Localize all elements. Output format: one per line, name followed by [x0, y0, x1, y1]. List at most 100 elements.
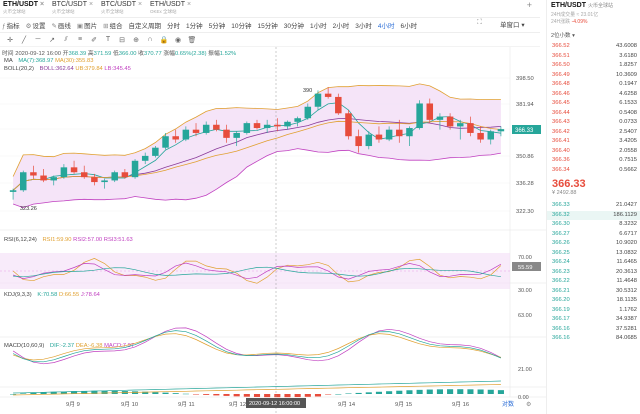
precision-select[interactable]: 2位小数 ▾ [551, 31, 640, 39]
lock-icon[interactable]: 🔒 [157, 36, 171, 44]
bid-row[interactable]: 366.33 21.0427 [547, 201, 640, 211]
ask-row[interactable]: 366.50 1.8257 [547, 61, 640, 71]
order-price: 366.27 [552, 230, 570, 237]
candle-body [436, 116, 444, 120]
ask-list: 366.52 43.6008 366.51 3.6180 366.50 1.8257 366… [547, 42, 640, 175]
candle-body [365, 134, 373, 147]
candle-body [60, 167, 68, 178]
order-price: 366.19 [552, 306, 570, 313]
channel-tool-icon[interactable]: ⫽ [59, 36, 73, 44]
order-price: 366.21 [552, 287, 570, 294]
symbol-tab[interactable]: ETH/USDT × OKEx 全球站 [147, 0, 196, 17]
ask-row[interactable]: 366.43 0.0733 [547, 118, 640, 128]
bid-row[interactable]: 366.21 30.5312 [547, 287, 640, 297]
ask-row[interactable]: 366.42 2.5407 [547, 128, 640, 138]
text-tool-icon[interactable]: T [101, 36, 115, 43]
bid-row[interactable]: 366.23 20.3613 [547, 268, 640, 278]
close-icon[interactable]: × [40, 1, 44, 8]
line-tool-icon[interactable]: ╱ [17, 36, 31, 44]
period-option[interactable]: 1分钟 [186, 20, 203, 30]
combine-button[interactable]: ⊞组合 [103, 20, 122, 30]
ask-row[interactable]: 366.41 3.4205 [547, 137, 640, 147]
crosshair-icon[interactable]: ✛ [3, 36, 17, 44]
period-option[interactable]: 自定义周期 [129, 20, 162, 30]
candle-body [284, 121, 291, 127]
symbol-tab[interactable]: BTC/USDT × 火币全球站 [49, 0, 98, 17]
eye-icon[interactable]: ◉ [171, 36, 185, 44]
ask-row[interactable]: 366.45 6.1533 [547, 99, 640, 109]
trash-icon[interactable]: 🗑 [185, 36, 199, 44]
period-option[interactable]: 5分钟 [209, 20, 226, 30]
period-option[interactable]: 4小时 [378, 20, 395, 30]
bid-row[interactable]: 366.20 18.1135 [547, 296, 640, 306]
draw-line-button[interactable]: ✎画线 [51, 20, 70, 30]
ask-row[interactable]: 366.51 3.6180 [547, 52, 640, 62]
date-tick: 9月 16 [452, 401, 469, 408]
image-button[interactable]: ▣图片 [77, 20, 97, 30]
ask-row[interactable]: 366.44 0.5408 [547, 109, 640, 119]
ask-row[interactable]: 366.48 0.1947 [547, 80, 640, 90]
candle-body [202, 124, 210, 133]
bid-row[interactable]: 366.17 34.9387 [547, 315, 640, 325]
settings-gear-icon[interactable]: ⚙ [526, 401, 531, 408]
horizontal-line-icon[interactable]: ─ [31, 36, 45, 43]
close-icon[interactable]: × [187, 1, 191, 8]
view-mode-select[interactable]: 单窗口 ▾ [500, 19, 525, 29]
ask-row[interactable]: 366.34 0.5662 [547, 166, 640, 176]
order-amount: 21.0427 [616, 202, 637, 208]
bid-row[interactable]: 366.26 10.9020 [547, 239, 640, 249]
close-icon[interactable]: × [89, 1, 93, 8]
rsi-pane [0, 253, 510, 289]
candle-body [253, 123, 261, 129]
bid-row[interactable]: 366.27 6.6717 [547, 230, 640, 240]
candle-body [314, 93, 322, 107]
date-tick: 9月 11 [178, 401, 195, 408]
bid-row[interactable]: 366.32 186.1129 [547, 210, 640, 220]
high-annotation: 390 [303, 88, 312, 94]
measure-icon[interactable]: ⊟ [115, 36, 129, 44]
candle-body [497, 129, 505, 132]
period-option[interactable]: 10分钟 [231, 20, 251, 30]
close-icon[interactable]: × [138, 1, 142, 8]
period-option[interactable]: 6小时 [400, 20, 417, 30]
bid-row[interactable]: 366.16 37.5281 [547, 325, 640, 335]
settings-button[interactable]: ⚙设置 [26, 20, 46, 30]
candle-body [304, 106, 312, 119]
ask-row[interactable]: 366.36 0.7515 [547, 156, 640, 166]
period-option[interactable]: 1小时 [310, 20, 327, 30]
symbol-tab[interactable]: BTC/USDT × 火币全球站 [98, 0, 147, 17]
macd-bar [335, 393, 342, 395]
bid-row[interactable]: 366.16 84.0685 [547, 334, 640, 344]
order-amount: 0.5662 [619, 166, 637, 173]
order-price: 366.41 [552, 138, 570, 144]
order-price: 366.36 [552, 157, 570, 163]
symbol-tab[interactable]: ETH/USDT × 火币全球站 [0, 0, 49, 17]
period-option[interactable]: 15分钟 [258, 20, 278, 30]
kline-chart[interactable]: 398.50 381.94 350.86 336.28 322.30 366.3… [0, 47, 546, 414]
magnet-icon[interactable]: ∩ [143, 36, 157, 43]
bid-row[interactable]: 366.25 13.0832 [547, 249, 640, 259]
ask-row[interactable]: 366.52 43.6008 [547, 42, 640, 52]
candle-body [19, 172, 27, 191]
zoom-icon[interactable]: ⊕ [129, 36, 143, 44]
ray-tool-icon[interactable]: ↗ [45, 36, 59, 44]
bid-row[interactable]: 366.22 11.4648 [547, 277, 640, 287]
brush-icon[interactable]: ✐ [87, 36, 101, 44]
bid-row[interactable]: 366.30 8.3232 [547, 220, 640, 230]
bid-row[interactable]: 366.24 11.6465 [547, 258, 640, 268]
ask-row[interactable]: 366.46 4.6258 [547, 90, 640, 100]
ask-row[interactable]: 366.40 2.0558 [547, 147, 640, 157]
order-price: 366.44 [552, 109, 570, 116]
fibonacci-icon[interactable]: ≡ [73, 36, 87, 43]
bid-row[interactable]: 366.19 1.1762 [547, 306, 640, 316]
kdj-d-line [12, 333, 502, 361]
indicator-button[interactable]: ƒ指标 [2, 20, 20, 30]
period-option[interactable]: 2小时 [333, 20, 350, 30]
add-tab-icon[interactable]: + [527, 0, 532, 17]
period-option[interactable]: 30分钟 [284, 20, 304, 30]
fullscreen-icon[interactable]: ⛶ [477, 19, 482, 27]
ask-row[interactable]: 366.49 10.3609 [547, 71, 640, 81]
log-scale-toggle[interactable]: 对数 [502, 400, 514, 408]
period-option[interactable]: 分时 [167, 20, 180, 30]
period-option[interactable]: 3小时 [355, 20, 372, 30]
